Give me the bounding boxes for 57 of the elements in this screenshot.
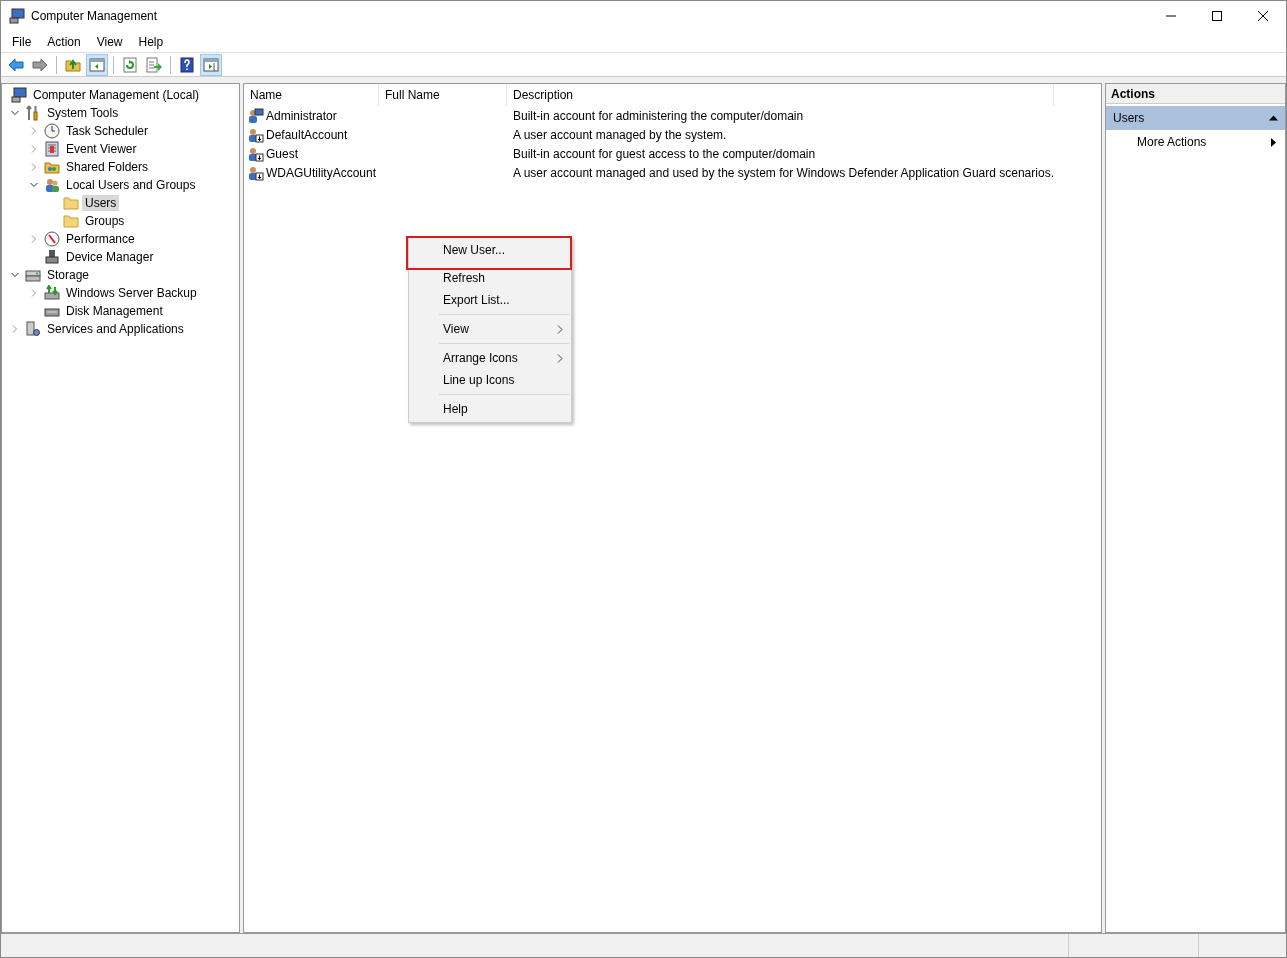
tree-item[interactable]: Windows Server Backup: [63, 285, 200, 301]
tree-item[interactable]: Performance: [63, 231, 138, 247]
folder-icon: [63, 213, 79, 229]
menu-item[interactable]: Help: [130, 31, 172, 52]
table-cell-text: Administrator: [266, 107, 337, 125]
menu-item[interactable]: File: [4, 31, 40, 52]
table-cell: A user account managed by the system.: [513, 127, 727, 142]
column-header[interactable]: Description: [507, 84, 1054, 106]
tree-item[interactable]: Event Viewer: [63, 141, 140, 157]
pane-title: Actions: [1106, 84, 1285, 104]
close-icon: [1258, 11, 1268, 21]
tree-item[interactable]: Task Scheduler: [63, 123, 152, 139]
console-tree-button[interactable]: [86, 53, 108, 76]
section-header[interactable]: Users: [1106, 106, 1285, 130]
menu-item[interactable]: Export List...: [409, 289, 571, 311]
table-cell: Built-in account for administering the computer/domain: [513, 108, 804, 123]
table-cell-text: DefaultAccount: [266, 126, 348, 144]
table-cell: A user account managed and used by the system for Windows Defender Application Guard scenarios.: [513, 165, 1054, 180]
menu-item[interactable]: Line up Icons: [409, 369, 571, 391]
computer-icon: [11, 87, 27, 103]
services-icon: [25, 321, 41, 337]
tree-item[interactable]: Services and Applications: [44, 321, 187, 337]
tree-item[interactable]: Disk Management: [63, 303, 166, 319]
tree-item[interactable]: Users: [82, 195, 120, 211]
menu-item[interactable]: Help: [409, 398, 571, 420]
gauge-icon: [44, 231, 60, 247]
table-cell-text: Guest: [266, 145, 298, 163]
table-cell-text: WDAGUtilityAccount: [266, 164, 377, 182]
tools-icon: [25, 105, 41, 121]
device-icon: [44, 249, 60, 265]
tree-item[interactable]: Local Users and Groups: [63, 177, 199, 193]
tree-item[interactable]: System Tools: [44, 105, 122, 121]
table-cell: Built-in account for guest access to the computer/domain: [513, 146, 816, 161]
computer-management-icon: [9, 8, 25, 24]
folder-icon: [63, 195, 79, 211]
menu-item[interactable]: View: [88, 31, 131, 52]
tree-item[interactable]: Device Manager: [63, 249, 157, 265]
column-header[interactable]: Name: [244, 84, 379, 106]
storage-icon: [25, 267, 41, 283]
menu-item[interactable]: New User...: [409, 239, 571, 261]
menu-item[interactable]: Refresh: [409, 267, 571, 289]
column-header[interactable]: Full Name: [379, 84, 507, 106]
clock-icon: [44, 123, 60, 139]
window-title: Computer Management: [31, 8, 158, 25]
tree-item[interactable]: Computer Management (Local): [30, 87, 203, 103]
event-log-icon: [44, 141, 60, 157]
menu-item[interactable]: Action: [39, 31, 89, 52]
tree-item[interactable]: Shared Folders: [63, 159, 152, 175]
menu-item[interactable]: Arrange Icons: [409, 347, 571, 369]
tree-item[interactable]: Storage: [44, 267, 93, 283]
maximize-icon: [1212, 11, 1222, 21]
action-item[interactable]: More Actions: [1106, 130, 1285, 154]
backup-icon: [44, 285, 60, 301]
shared-folder-icon: [44, 159, 60, 175]
users-icon: [44, 177, 60, 193]
menu-item[interactable]: View: [409, 318, 571, 340]
tree-item[interactable]: Groups: [82, 213, 128, 229]
